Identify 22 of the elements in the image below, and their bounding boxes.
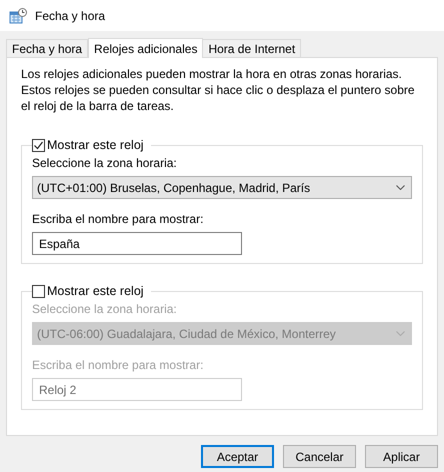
description-text: Los relojes adicionales pueden mostrar la hora en otras zonas horarias. Estos relojes se pueden consultar si hace clic o desplaza el puntero sobre el reloj de la barra de tareas.: [21, 66, 416, 114]
field-label: Seleccione la zona horaria:: [32, 155, 178, 172]
field-label: Escriba el nombre para mostrar:: [32, 357, 204, 374]
timezone-dropdown[interactable]: (UTC+01:00) Bruselas, Copenhague, Madrid, París: [32, 176, 412, 199]
checkbox[interactable]: [32, 138, 45, 152]
checkbox[interactable]: [32, 284, 45, 298]
dialog-button[interactable]: Aplicar: [365, 445, 438, 468]
chevron-down-icon: [396, 185, 405, 190]
chevron-down-icon: [396, 331, 405, 336]
name-input-field[interactable]: España: [32, 232, 242, 255]
calendar-clock-icon: [9, 8, 27, 24]
dialog-button[interactable]: Cancelar: [283, 445, 356, 468]
window-title: Fecha y hora: [35, 8, 106, 24]
checkbox-label[interactable]: Mostrar este reloj: [47, 284, 144, 298]
checkbox-label[interactable]: Mostrar este reloj: [47, 138, 144, 152]
tab[interactable]: Fecha y hora: [6, 39, 88, 57]
field-label: Seleccione la zona horaria:: [32, 301, 178, 318]
tab[interactable]: Relojes adicionales: [88, 38, 204, 58]
field-label: Escriba el nombre para mostrar:: [32, 211, 204, 228]
dialog-button[interactable]: Aceptar: [201, 445, 274, 468]
name-input-field[interactable]: Reloj 2: [32, 378, 242, 401]
tab[interactable]: Hora de Internet: [202, 39, 302, 57]
